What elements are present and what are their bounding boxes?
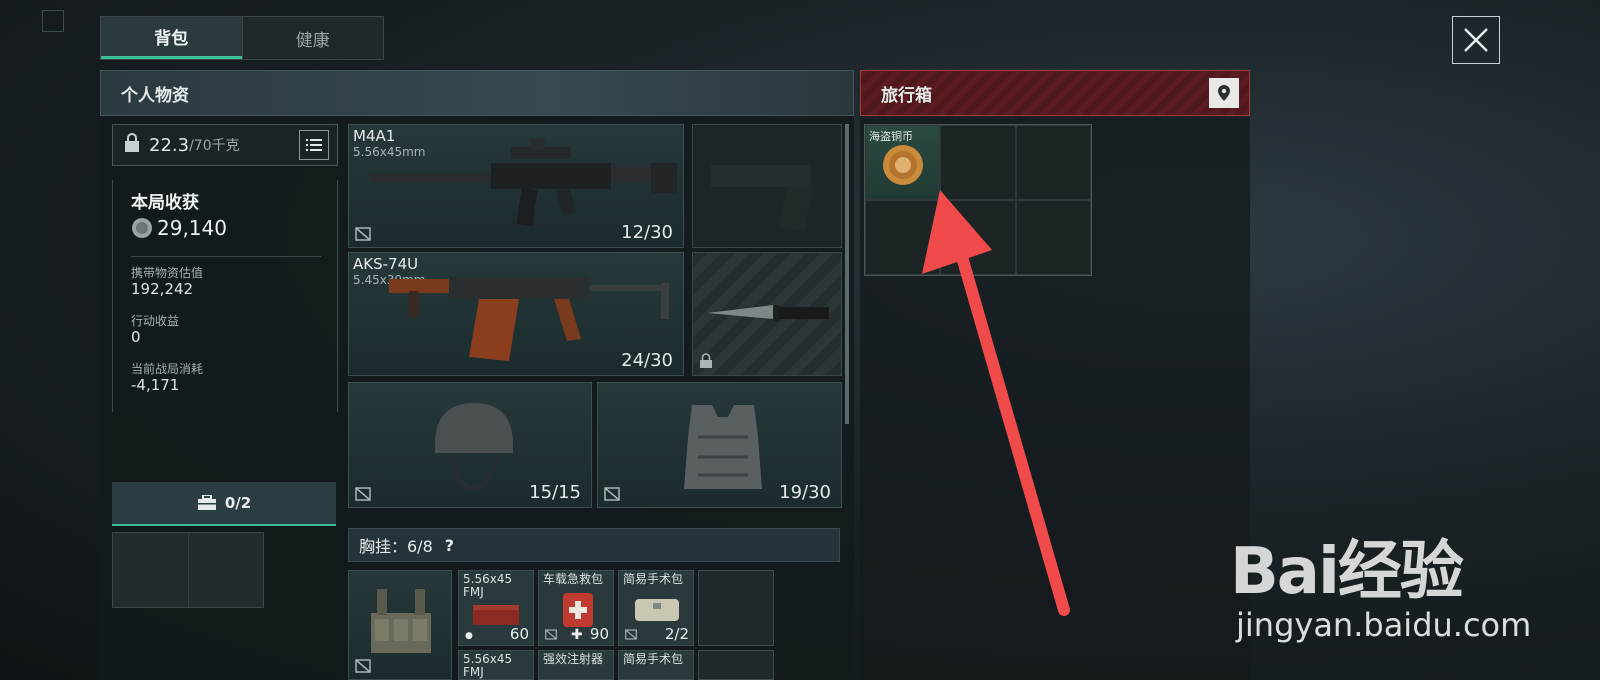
m4a1-rifle-icon [371,139,677,226]
helmet-icon [435,403,513,491]
stat-label-income: 行动收益 [131,314,180,328]
no-insurance-icon [625,629,637,640]
item-name: 5.56x45 FMJ [463,572,513,599]
haul-row: 29,140 [131,216,227,240]
pistol-slot[interactable] [692,124,842,248]
locate-button[interactable] [1209,78,1239,108]
top-tabs: 背包 健康 [100,16,384,60]
personal-supplies-header: 个人物资 [100,70,854,116]
haul-title: 本局收获 [131,193,199,213]
rig-item-ammo[interactable]: 5.56x45 FMJ ● 60 [458,570,534,646]
no-insurance-icon [545,629,557,640]
trunk-title: 旅行箱 [881,85,932,106]
chest-rig-header: 胸挂：6/8 ? [348,528,840,562]
secure-case-count: 0/2 [224,494,252,512]
rig-item-surgery-kit-2[interactable]: 简易手术包 [618,650,694,680]
raid-stats: 本局收获 29,140 携带物资估值 192,242 行动收益 0 当前战局消耗… [112,180,338,412]
secure-case-bar[interactable]: 0/2 [112,482,336,526]
help-icon[interactable]: ? [445,536,454,555]
no-insurance-icon [604,487,620,501]
vest-icon [684,405,762,489]
plus-icon: ✚ [571,627,583,643]
rig-item-medkit[interactable]: 车载急救包 ✚ 90 [538,570,614,646]
secure-case-slots[interactable] [112,532,264,608]
rig-empty-slot[interactable] [698,650,774,680]
list-icon [306,139,322,151]
stat-label-value: 携带物资估值 [131,266,204,280]
divider [131,256,321,257]
medkit-icon [563,593,593,627]
baidu-watermark-logo: Bai经验 [1230,535,1464,609]
melee-slot[interactable] [692,252,842,376]
item-name: 强效注射器 [543,652,604,666]
weight-lock-icon [123,133,141,157]
helmet-durability: 15/15 [529,482,581,503]
no-insurance-icon [355,659,371,673]
armor-vest-slot[interactable]: 19/30 [597,382,842,508]
corner-frame [42,10,64,32]
item-name: 车载急救包 [543,572,604,586]
sort-list-button[interactable] [299,130,329,160]
trunk-slot[interactable] [940,125,1016,200]
weapon-ammo-count: 12/30 [621,222,673,243]
weight-box: 22.3 /70千克 [112,124,338,166]
item-count: 2/2 [664,625,689,643]
tab-backpack[interactable]: 背包 [101,17,242,59]
item-count: 90 [589,625,609,643]
haul-value: 29,140 [157,216,227,240]
vest-durability: 19/30 [779,482,831,503]
briefcase-icon [197,495,216,510]
close-icon [1464,28,1488,52]
inventory-scrollbar[interactable] [845,124,849,424]
baidu-watermark-url: jingyan.baidu.com [1236,606,1532,644]
red-arrow-annotation [922,190,1070,616]
trunk-slot[interactable] [1015,125,1091,200]
lock-icon [700,353,712,368]
chest-rig-slot[interactable] [348,570,452,680]
rig-empty-slot[interactable] [698,570,774,646]
item-name: 5.56x45 FMJ [463,652,513,679]
helmet-slot[interactable]: 15/15 [348,382,592,508]
tab-health[interactable]: 健康 [241,17,384,59]
item-name: 简易手术包 [623,652,684,666]
stat-cost-value: -4,171 [131,376,180,394]
stat-carried-value: 192,242 [131,280,194,298]
rig-item-ammo-2[interactable]: 5.56x45 FMJ [458,650,534,680]
stat-income-value: 0 [131,328,141,346]
coin-icon [132,218,152,238]
item-count: 60 [509,625,529,643]
dot-icon: ● [465,631,473,641]
primary-weapon-slot[interactable]: M4A1 5.56x45mm 12/30 [348,124,684,248]
knife-icon [707,305,829,321]
surgery-kit-icon [635,599,679,621]
map-pin-icon [1218,85,1230,101]
trunk-header: 旅行箱 [860,70,1250,116]
rig-item-injector[interactable]: 强效注射器 [538,650,614,680]
trunk-slot-coin[interactable]: 海盗铜币 [865,125,941,200]
secondary-weapon-slot[interactable]: AKS-74U 5.45x39mm 24/30 [348,252,684,376]
pistol-icon [711,165,813,231]
rig-item-surgery-kit[interactable]: 简易手术包 2/2 [618,570,694,646]
weight-current: 22.3 [149,134,190,156]
close-button[interactable] [1452,16,1500,64]
weapon-ammo-count: 24/30 [621,350,673,371]
pirate-coin-icon [883,145,923,185]
no-insurance-icon [355,487,371,501]
weight-max: /70千克 [189,138,240,154]
stat-label-cost: 当前战局消耗 [131,362,204,376]
chest-rig-icon [371,589,431,653]
chest-rig-capacity: 胸挂：6/8 [359,537,433,556]
item-name: 简易手术包 [623,572,684,586]
no-insurance-icon [355,227,371,241]
